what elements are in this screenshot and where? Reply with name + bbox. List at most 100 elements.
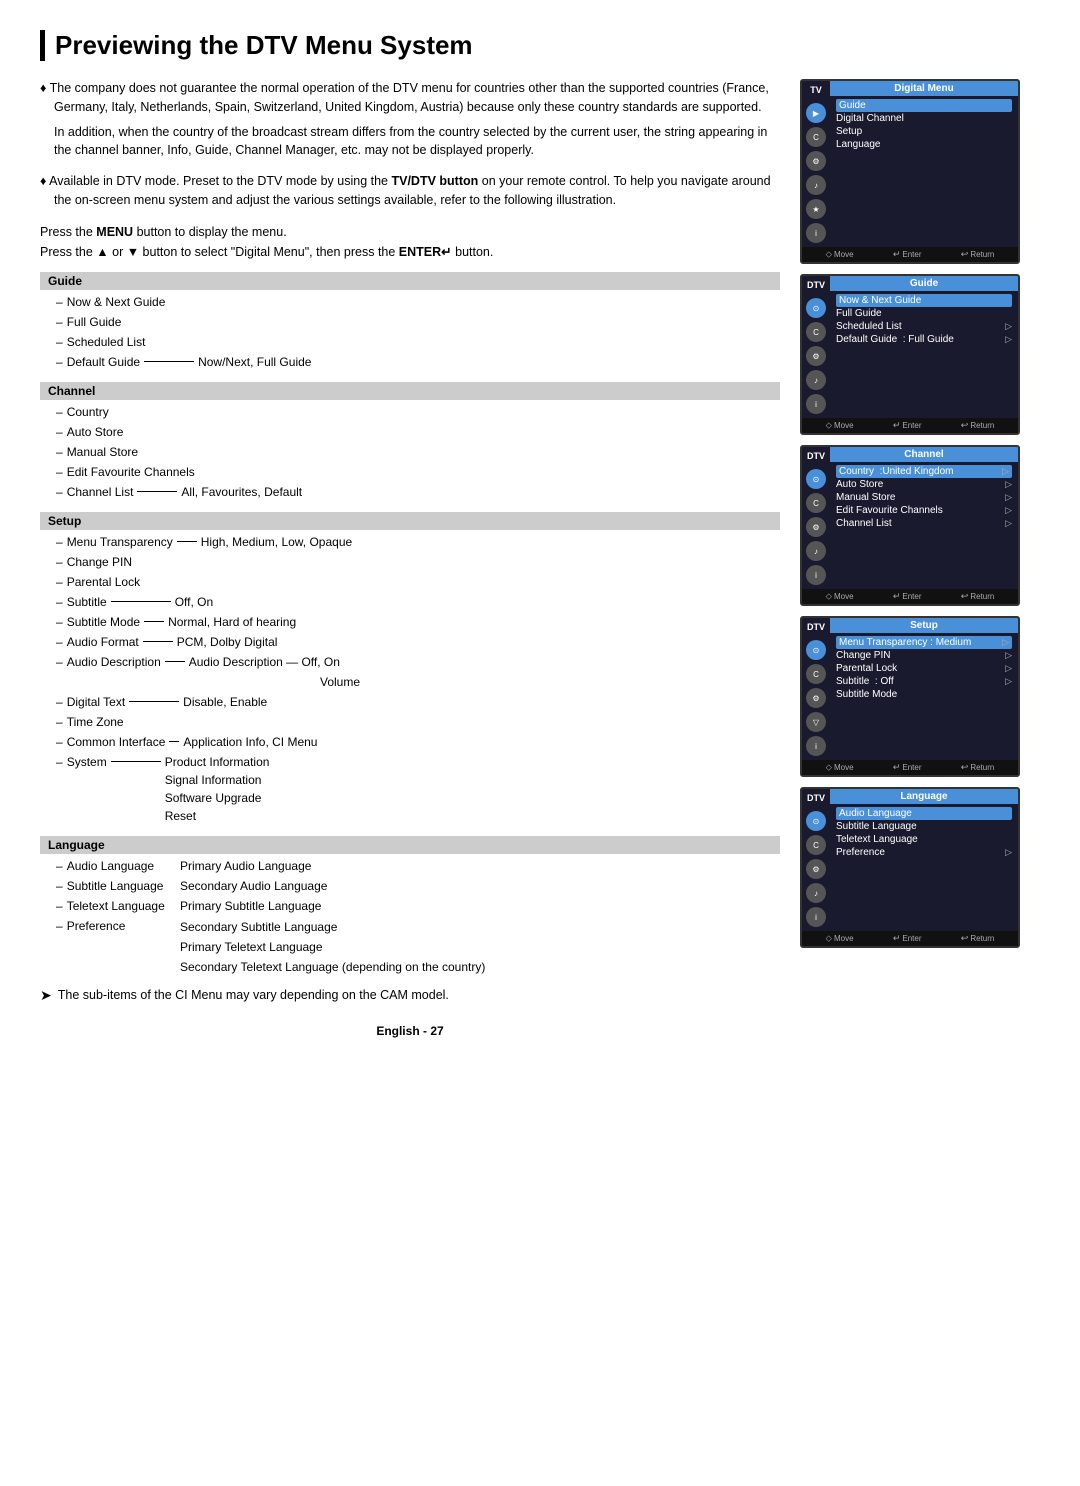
menu-edit-favourite: – Edit Favourite Channels xyxy=(40,462,780,482)
tv-icon-l3: ⚙ xyxy=(806,859,826,879)
panel-sidebar-2: DTV ⊙ C ⚙ ♪ i xyxy=(802,276,830,418)
panel-header-1: Digital Menu xyxy=(830,81,1018,96)
tv-icon-g5: i xyxy=(806,394,826,414)
language-lines: – Audio Language – Subtitle Language – T… xyxy=(40,856,780,978)
panel-guide: DTV ⊙ C ⚙ ♪ i Guide Now & Next Guide Ful… xyxy=(800,274,1020,435)
tv-icon-c5: i xyxy=(806,565,826,585)
menu-menu-transparency: – Menu Transparency High, Medium, Low, O… xyxy=(40,532,780,552)
footer-enter-5: ↵ Enter xyxy=(893,933,922,944)
language-header: Language xyxy=(40,836,780,854)
footer-return-1: ↩ Return xyxy=(961,249,995,260)
panel-header-2: Guide xyxy=(830,276,1018,291)
panel-menu-2: Now & Next Guide Full Guide Scheduled Li… xyxy=(830,291,1018,349)
tv-icon-g2: C xyxy=(806,322,826,342)
channel-section: Channel – Country – Auto Store – Manual … xyxy=(40,382,780,502)
language-section: Language – Audio Language – Subtitle Lan… xyxy=(40,836,780,978)
tv-row-default-guide: Default Guide : Full Guide ▷ xyxy=(836,333,1012,346)
menu-now-next-guide: – Now & Next Guide xyxy=(40,292,780,312)
tv-row-change-pin: Change PIN▷ xyxy=(836,649,1012,662)
panel-setup: DTV ⊙ C ⚙ ▽ i Setup Menu Transparency : … xyxy=(800,616,1020,777)
panel-language: DTV ⊙ C ⚙ ♪ i Language Audio Language Su… xyxy=(800,787,1020,948)
instruction-1: Press the MENU button to display the men… xyxy=(40,222,780,242)
language-right: Primary Audio Language Secondary Audio L… xyxy=(180,856,780,978)
panel-header-3: Channel xyxy=(830,447,1018,462)
tv-row-language: Language xyxy=(836,138,1012,151)
menu-subtitle-language: – Subtitle Language xyxy=(40,876,170,896)
panel-content-3: Channel Country :United Kingdom ▷ Auto S… xyxy=(830,447,1018,589)
panel-sidebar-4: DTV ⊙ C ⚙ ▽ i xyxy=(802,618,830,760)
tv-icon-5: ★ xyxy=(806,199,826,219)
tv-row-sched-list: Scheduled List ▷ xyxy=(836,320,1012,333)
footer-return-5: ↩ Return xyxy=(961,933,995,944)
right-column: TV ▶ C ⚙ ♪ ★ i Digital Menu Guide Digita… xyxy=(800,79,1040,1038)
footer-text: English - 27 xyxy=(376,1024,443,1038)
tv-row-full-guide: Full Guide xyxy=(836,307,1012,320)
guide-header: Guide xyxy=(40,272,780,290)
menu-audio-language: – Audio Language xyxy=(40,856,170,876)
panel-footer-1: ⬦ Move ↵ Enter ↩ Return xyxy=(802,247,1018,262)
language-left: – Audio Language – Subtitle Language – T… xyxy=(40,856,170,978)
tv-row-country: Country :United Kingdom ▷ xyxy=(836,465,1012,478)
menu-channel-list: – Channel List All, Favourites, Default xyxy=(40,482,780,502)
menu-country: – Country xyxy=(40,402,780,422)
channel-header: Channel xyxy=(40,382,780,400)
footer-return-4: ↩ Return xyxy=(961,762,995,773)
footer-return-3: ↩ Return xyxy=(961,591,995,602)
tv-icon-g3: ⚙ xyxy=(806,346,826,366)
tv-row-audio-lang: Audio Language xyxy=(836,807,1012,820)
tv-icon-s1: ⊙ xyxy=(806,640,826,660)
menu-audio-format: – Audio Format PCM, Dolby Digital xyxy=(40,632,780,652)
panel-footer-3: ⬦ Move ↵ Enter ↩ Return xyxy=(802,589,1018,604)
tv-icon-s4: ▽ xyxy=(806,712,826,732)
tv-icon-c4: ♪ xyxy=(806,541,826,561)
bullet-1-continuation: In addition, when the country of the bro… xyxy=(40,123,780,161)
footer-enter-1: ↵ Enter xyxy=(893,249,922,260)
menu-preference: – Preference xyxy=(40,916,170,936)
page-footer: English - 27 xyxy=(40,1024,780,1038)
panel-menu-3: Country :United Kingdom ▷ Auto Store▷ Ma… xyxy=(830,462,1018,533)
menu-digital-text: – Digital Text Disable, Enable xyxy=(40,692,780,712)
menu-parental-lock: – Parental Lock xyxy=(40,572,780,592)
tv-icon-l4: ♪ xyxy=(806,883,826,903)
menu-subtitle-mode: – Subtitle Mode Normal, Hard of hearing xyxy=(40,612,780,632)
sub-note-arrow: ➤ xyxy=(40,987,52,1004)
tv-icon-1: ▶ xyxy=(806,103,826,123)
panel-sidebar-1: TV ▶ C ⚙ ♪ ★ i xyxy=(802,81,830,247)
tv-row-setup: Setup xyxy=(836,125,1012,138)
panel-content-4: Setup Menu Transparency : Medium▷ Change… xyxy=(830,618,1018,760)
guide-section: Guide – Now & Next Guide – Full Guide – … xyxy=(40,272,780,372)
tv-icon-s3: ⚙ xyxy=(806,688,826,708)
primary-teletext-language: Primary Teletext Language xyxy=(180,937,780,957)
menu-default-guide: – Default Guide Now/Next, Full Guide xyxy=(40,352,780,372)
panel-footer-4: ⬦ Move ↵ Enter ↩ Return xyxy=(802,760,1018,775)
page-title: Previewing the DTV Menu System xyxy=(40,30,1040,61)
panel-menu-4: Menu Transparency : Medium▷ Change PIN▷ … xyxy=(830,633,1018,704)
tv-icon-c1: ⊙ xyxy=(806,469,826,489)
tv-icon-g1: ⊙ xyxy=(806,298,826,318)
panel-sidebar-5: DTV ⊙ C ⚙ ♪ i xyxy=(802,789,830,931)
menu-teletext-language: – Teletext Language xyxy=(40,896,170,916)
secondary-audio-language: Secondary Audio Language xyxy=(180,876,780,896)
panel-content-5: Language Audio Language Subtitle Languag… xyxy=(830,789,1018,931)
menu-manual-store: – Manual Store xyxy=(40,442,780,462)
tv-row-auto-store: Auto Store▷ xyxy=(836,478,1012,491)
tv-icon-3: ⚙ xyxy=(806,151,826,171)
menu-common-interface: – Common Interface Application Info, CI … xyxy=(40,732,780,752)
setup-section: Setup – Menu Transparency High, Medium, … xyxy=(40,512,780,826)
panel-menu-1: Guide Digital Channel Setup Language xyxy=(830,96,1018,154)
sub-note: ➤ The sub-items of the CI Menu may vary … xyxy=(40,988,780,1004)
panel-footer-5: ⬦ Move ↵ Enter ↩ Return xyxy=(802,931,1018,946)
bullet-section-2: ♦ Available in DTV mode. Preset to the D… xyxy=(40,172,780,210)
bullet-section-1: ♦ The company does not guarantee the nor… xyxy=(40,79,780,160)
secondary-teletext-language: Secondary Teletext Language (depending o… xyxy=(180,957,780,977)
panel-content-1: Digital Menu Guide Digital Channel Setup… xyxy=(830,81,1018,247)
primary-audio-language: Primary Audio Language xyxy=(180,856,780,876)
tv-row-guide: Guide xyxy=(836,99,1012,112)
tv-icon-s2: C xyxy=(806,664,826,684)
panel-header-5: Language xyxy=(830,789,1018,804)
tv-row-teletext-lang: Teletext Language xyxy=(836,833,1012,846)
tv-icon-l5: i xyxy=(806,907,826,927)
secondary-subtitle-language: Secondary Subtitle Language xyxy=(180,917,780,937)
menu-time-zone: – Time Zone xyxy=(40,712,780,732)
tv-icon-6: i xyxy=(806,223,826,243)
